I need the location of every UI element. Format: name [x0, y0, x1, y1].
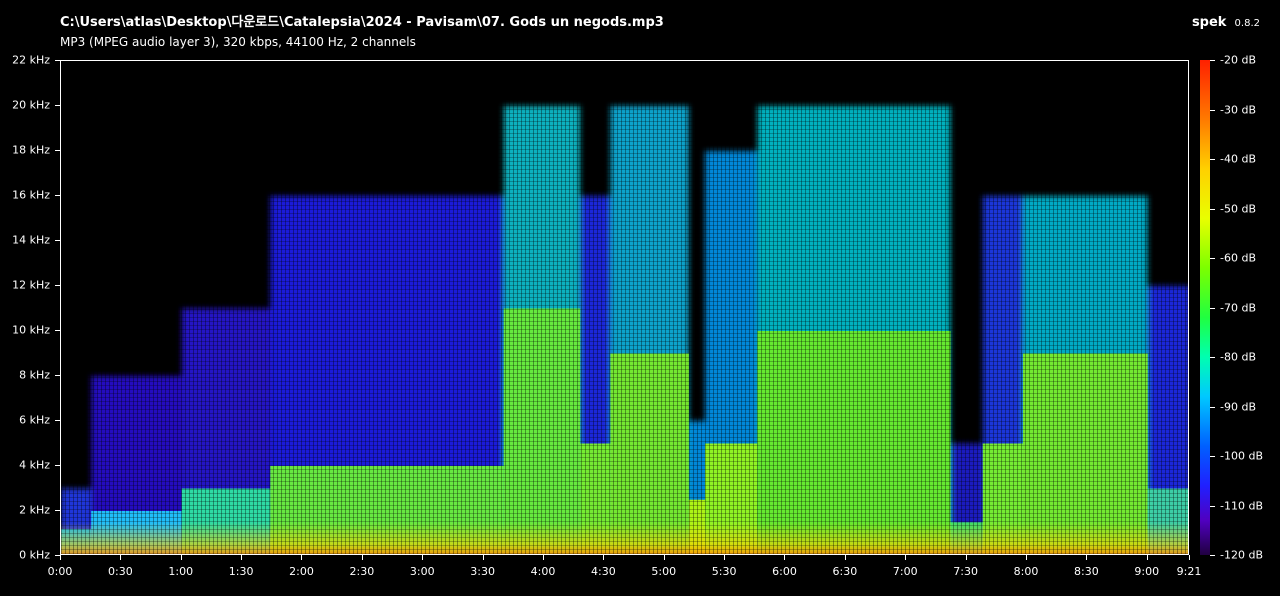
time-tick [180, 555, 182, 560]
time-tick [724, 555, 726, 560]
time-tick [1146, 555, 1148, 560]
db-tick-label: -90 dB [1220, 400, 1256, 413]
db-colorbar [1200, 60, 1210, 555]
time-tick [482, 555, 484, 560]
time-tick-label: 3:30 [470, 565, 495, 578]
spectrogram-plot[interactable] [60, 60, 1189, 555]
frequency-tick-label: 22 kHz [12, 53, 50, 67]
db-tick [1210, 505, 1215, 507]
frequency-tick-label: 0 kHz [19, 548, 50, 562]
time-tick-label: 5:00 [651, 565, 677, 578]
db-tick [1210, 555, 1215, 556]
time-tick-label: 9:00 [1134, 565, 1160, 578]
time-tick [241, 555, 243, 560]
frequency-tick [55, 330, 60, 331]
frequency-tick-label: 14 kHz [12, 233, 50, 247]
time-tick-label: 4:00 [530, 565, 556, 578]
db-tick-label: -20 dB [1220, 53, 1256, 67]
time-tick [120, 555, 122, 560]
time-tick-label: 9:21 [1176, 565, 1202, 578]
time-tick [784, 555, 786, 560]
time-tick-label: 1:00 [168, 565, 194, 578]
time-tick-label: 7:30 [953, 565, 978, 578]
time-tick [1189, 555, 1190, 560]
frequency-tick [55, 420, 60, 421]
db-tick-label: -100 dB [1220, 449, 1263, 463]
db-tick [1210, 60, 1215, 61]
frequency-tick-label: 18 kHz [12, 143, 50, 157]
db-tick [1210, 406, 1215, 408]
time-tick [361, 555, 363, 560]
time-tick-label: 6:00 [772, 565, 797, 578]
time-tick [60, 555, 61, 560]
time-tick-label: 8:30 [1074, 565, 1099, 578]
db-tick-label: -120 dB [1220, 548, 1263, 562]
frequency-tick-label: 2 kHz [19, 503, 50, 517]
db-tick-label: -30 dB [1220, 103, 1256, 116]
time-tick [905, 555, 907, 560]
spek-window: C:\Users\atlas\Desktop\다운로드\Catalepsia\2… [0, 0, 1280, 596]
frequency-tick [55, 150, 60, 151]
db-tick-label: -40 dB [1220, 152, 1256, 166]
frequency-tick-label: 10 kHz [12, 323, 50, 337]
time-tick-label: 0:30 [108, 565, 133, 578]
file-path-title: C:\Users\atlas\Desktop\다운로드\Catalepsia\2… [60, 15, 664, 30]
frequency-tick-label: 6 kHz [19, 413, 50, 427]
db-tick [1210, 307, 1215, 309]
file-info-text: MP3 (MPEG audio layer 3), 320 kbps, 4410… [60, 35, 416, 49]
frequency-tick-label: 16 kHz [12, 188, 50, 202]
frequency-tick-label: 8 kHz [19, 368, 50, 382]
time-tick [603, 555, 605, 560]
db-tick [1210, 208, 1215, 210]
frequency-tick-label: 12 kHz [12, 278, 50, 292]
frequency-tick [55, 60, 60, 61]
time-tick-label: 6:30 [832, 565, 858, 578]
time-tick [844, 555, 846, 560]
frequency-tick [55, 105, 60, 106]
time-tick-label: 2:30 [349, 565, 375, 578]
time-tick-label: 8:00 [1013, 565, 1039, 578]
app-brand: spek 0.8.2 [1192, 11, 1260, 30]
time-tick [301, 555, 303, 560]
db-tick [1210, 109, 1215, 111]
db-tick-label: -70 dB [1220, 301, 1256, 314]
time-tick [422, 555, 424, 560]
db-tick-label: -110 dB [1220, 499, 1263, 512]
frequency-tick [55, 195, 60, 196]
time-tick-label: 7:00 [892, 565, 918, 578]
time-tick-label: 5:30 [711, 565, 737, 578]
app-version: 0.8.2 [1234, 18, 1260, 29]
frequency-tick [55, 285, 60, 286]
time-tick [965, 555, 967, 560]
frequency-tick [55, 375, 60, 376]
db-tick [1210, 456, 1215, 457]
time-tick [1086, 555, 1088, 560]
spectrogram-image [61, 61, 1188, 554]
db-tick-label: -50 dB [1220, 202, 1256, 215]
db-tick [1210, 159, 1215, 160]
db-tick-label: -80 dB [1220, 350, 1256, 364]
time-tick [542, 555, 544, 560]
frequency-tick [55, 510, 60, 511]
time-tick-label: 2:00 [289, 565, 314, 578]
db-tick-label: -60 dB [1220, 251, 1256, 265]
frequency-tick-label: 4 kHz [19, 458, 50, 472]
time-tick-label: 4:30 [591, 565, 616, 578]
db-tick [1210, 357, 1215, 358]
frequency-tick [55, 465, 60, 466]
time-tick-label: 3:00 [409, 565, 435, 578]
time-tick-label: 1:30 [228, 565, 254, 578]
frequency-tick-label: 20 kHz [12, 98, 50, 112]
time-tick-label: 0:00 [47, 565, 73, 578]
time-tick [663, 555, 665, 560]
frequency-tick [55, 240, 60, 241]
db-tick [1210, 258, 1215, 259]
app-name: spek [1191, 15, 1227, 30]
time-tick [1025, 555, 1027, 560]
